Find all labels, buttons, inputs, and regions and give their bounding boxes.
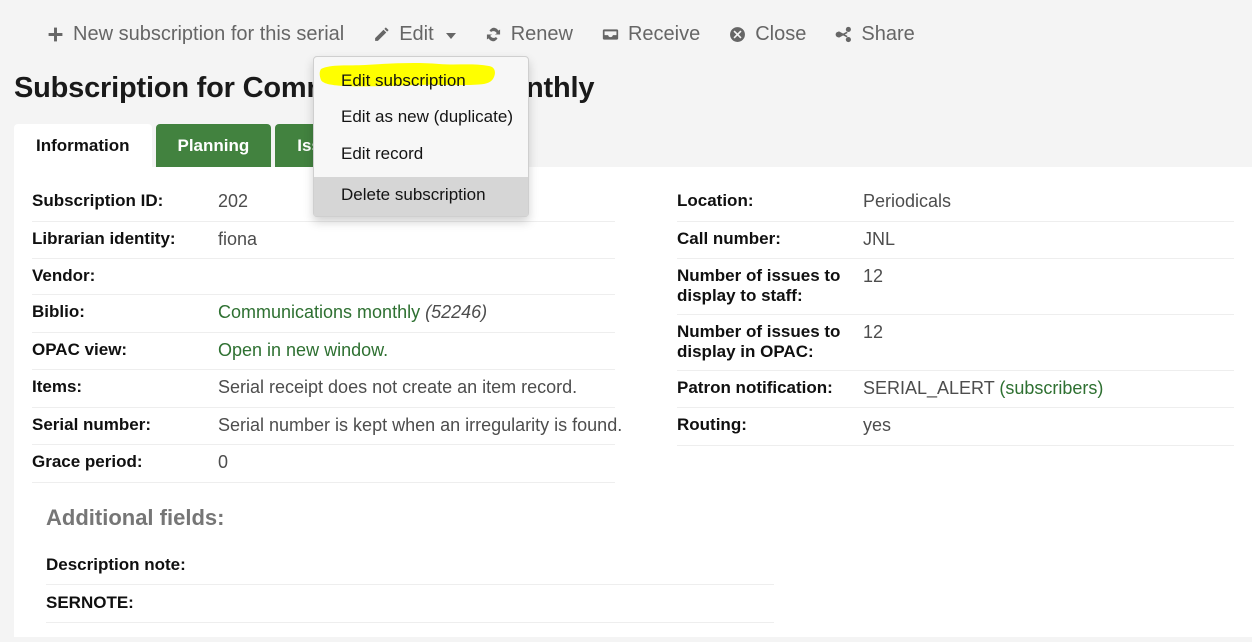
table-row: Vendor: [32,259,615,295]
menu-item-edit-subscription[interactable]: Edit subscription [314,63,528,99]
menu-item-delete-subscription-label: Delete subscription [341,185,486,204]
close-button[interactable]: Close [714,18,820,50]
serials-subscription-page: New subscription for this serial Edit Re… [0,0,1252,642]
new-subscription-label: New subscription for this serial [73,24,344,44]
table-row: Location: Periodicals [677,184,1234,221]
row-label: OPAC view: [32,332,218,370]
close-circle-icon [728,25,747,44]
row-label: SERNOTE: [46,585,410,623]
table-row: Serial number: Serial number is kept whe… [32,407,615,445]
close-label: Close [755,24,806,44]
table-row: Number of issues to display to staff: 12 [677,259,1234,315]
pencil-icon [372,25,391,44]
menu-item-edit-as-new[interactable]: Edit as new (duplicate) [314,99,528,135]
receive-label: Receive [628,24,700,44]
menu-item-edit-as-new-label: Edit as new (duplicate) [341,107,513,126]
row-value [218,259,615,295]
info-columns: Subscription ID: 202 Librarian identity:… [14,167,1252,483]
row-label: Call number: [677,221,863,259]
row-label: Items: [32,370,218,408]
edit-dropdown-label: Edit [399,24,433,44]
left-gutter [0,167,14,642]
edit-dropdown-button[interactable]: Edit [358,18,469,50]
table-row: Items: Serial receipt does not create an… [32,370,615,408]
row-label: Vendor: [32,259,218,295]
new-subscription-button[interactable]: New subscription for this serial [32,18,358,50]
share-label: Share [861,24,914,44]
receive-button[interactable]: Receive [587,18,714,50]
row-label: Patron notification: [677,370,863,408]
menu-item-edit-subscription-label: Edit subscription [341,71,466,90]
row-label: Librarian identity: [32,221,218,259]
row-label: Number of issues to display in OPAC: [677,314,863,370]
row-value: Serial receipt does not create an item r… [218,370,615,408]
row-value: 12 [863,314,1234,370]
biblio-id: (52246) [425,302,487,322]
subscription-details-table-left: Subscription ID: 202 Librarian identity:… [32,184,615,483]
row-value [410,585,774,623]
row-label: Serial number: [32,407,218,445]
row-label: Grace period: [32,445,218,483]
row-value: yes [863,408,1234,446]
subscribers-link[interactable]: (subscribers) [999,378,1103,398]
row-value: JNL [863,221,1234,259]
action-toolbar: New subscription for this serial Edit Re… [0,0,1252,68]
table-row: SERNOTE: [46,585,774,623]
inbox-icon [601,25,620,44]
refresh-icon [484,25,503,44]
row-label: Biblio: [32,295,218,333]
row-value: Serial number is kept when an irregulari… [218,407,615,445]
share-button[interactable]: Share [820,18,928,50]
row-value: 12 [863,259,1234,315]
row-value: SERIAL_ALERT (subscribers) [863,370,1234,408]
table-row: Biblio: Communications monthly (52246) [32,295,615,333]
row-value: Open in new window. [218,332,615,370]
row-label: Routing: [677,408,863,446]
information-panel: Subscription ID: 202 Librarian identity:… [14,167,1252,637]
opac-view-link[interactable]: Open in new window. [218,340,388,360]
table-row: Patron notification: SERIAL_ALERT (subsc… [677,370,1234,408]
menu-item-delete-subscription[interactable]: Delete subscription [314,177,528,215]
row-value: fiona [218,221,615,259]
biblio-link[interactable]: Communications monthly [218,302,420,322]
table-row: Description note: [46,547,774,585]
row-value: 0 [218,445,615,483]
tab-information-label: Information [36,136,130,156]
renew-button[interactable]: Renew [470,18,587,50]
row-value: Periodicals [863,184,1234,221]
table-row: Librarian identity: fiona [32,221,615,259]
row-label: Number of issues to display to staff: [677,259,863,315]
edit-dropdown-menu: Edit subscription Edit as new (duplicate… [313,56,529,217]
table-row: OPAC view: Open in new window. [32,332,615,370]
additional-fields-table: Description note: SERNOTE: [46,547,774,623]
subscription-details-table-right: Location: Periodicals Call number: JNL N… [677,184,1234,446]
menu-item-edit-record[interactable]: Edit record [314,136,528,172]
renew-label: Renew [511,24,573,44]
table-row: Grace period: 0 [32,445,615,483]
patron-notification-value: SERIAL_ALERT [863,378,999,398]
row-label: Description note: [46,547,410,585]
table-row: Routing: yes [677,408,1234,446]
bottom-gutter [0,637,1252,642]
row-value [410,547,774,585]
tab-planning-label: Planning [178,136,250,156]
info-column-right: Location: Periodicals Call number: JNL N… [633,167,1252,483]
row-value: Communications monthly (52246) [218,295,615,333]
table-row: Number of issues to display in OPAC: 12 [677,314,1234,370]
plus-icon [46,25,65,44]
share-icon [834,25,853,44]
tab-planning[interactable]: Planning [156,124,272,167]
menu-item-edit-record-label: Edit record [341,144,423,163]
row-label: Subscription ID: [32,184,218,221]
row-label: Location: [677,184,863,221]
table-row: Call number: JNL [677,221,1234,259]
tab-information[interactable]: Information [14,124,152,167]
additional-fields-heading: Additional fields: [46,505,224,531]
chevron-down-icon [446,33,456,39]
